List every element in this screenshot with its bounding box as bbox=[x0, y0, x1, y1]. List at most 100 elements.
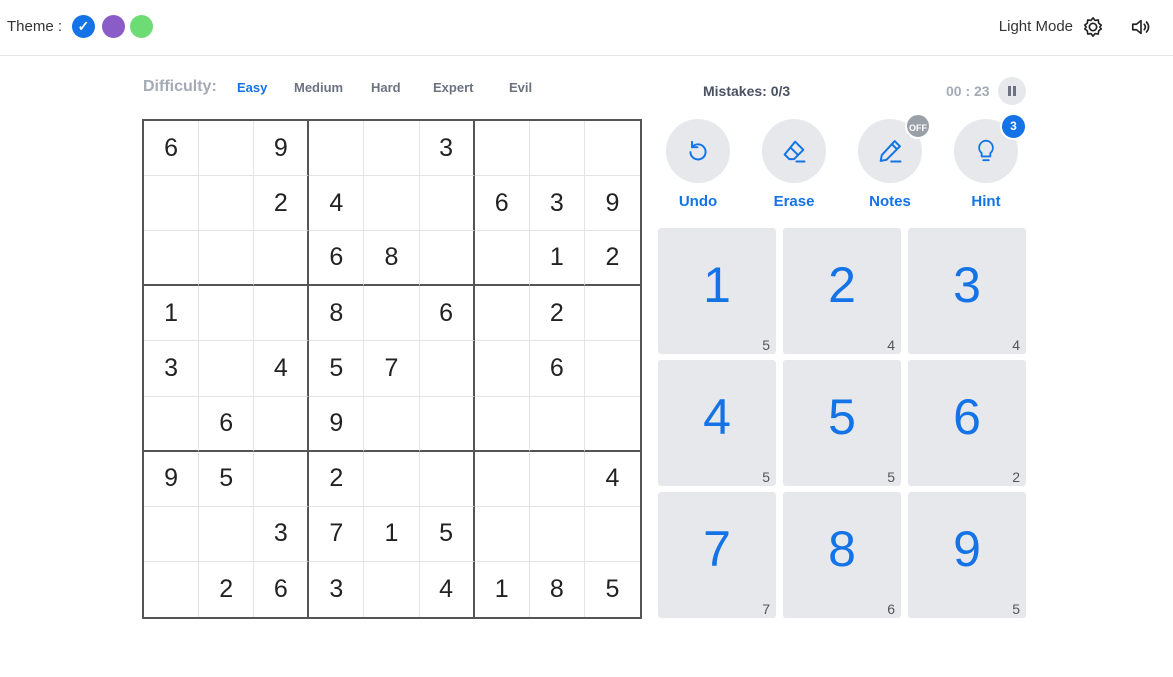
board-cell[interactable] bbox=[199, 506, 255, 562]
board-cell[interactable]: 6 bbox=[254, 561, 310, 617]
board-cell[interactable] bbox=[419, 231, 475, 287]
board-cell[interactable]: 8 bbox=[530, 561, 585, 617]
number-key-5[interactable]: 5 5 bbox=[783, 360, 901, 486]
board-cell[interactable]: 1 bbox=[364, 506, 420, 562]
number-key-9[interactable]: 9 5 bbox=[908, 492, 1026, 618]
board-cell[interactable] bbox=[199, 121, 255, 177]
board-cell[interactable] bbox=[419, 451, 475, 507]
board-cell[interactable] bbox=[199, 341, 255, 397]
board-cell[interactable] bbox=[144, 506, 200, 562]
undo-circle[interactable] bbox=[666, 119, 730, 183]
board-cell[interactable]: 8 bbox=[364, 231, 420, 287]
board-cell[interactable]: 5 bbox=[199, 451, 255, 507]
board-cell[interactable]: 9 bbox=[144, 451, 200, 507]
undo-button[interactable]: Undo bbox=[666, 119, 730, 210]
theme-swatch-green[interactable] bbox=[130, 15, 153, 38]
board-cell[interactable] bbox=[144, 176, 200, 232]
board-cell[interactable]: 7 bbox=[364, 341, 420, 397]
speaker-volume-icon[interactable] bbox=[1130, 16, 1152, 38]
notes-button[interactable]: OFF Notes bbox=[858, 113, 931, 210]
board-cell[interactable]: 4 bbox=[254, 341, 310, 397]
board-cell[interactable] bbox=[199, 231, 255, 287]
board-cell[interactable] bbox=[364, 561, 420, 617]
difficulty-hard[interactable]: Hard bbox=[371, 80, 401, 95]
board-cell[interactable] bbox=[364, 286, 420, 342]
board-cell[interactable]: 4 bbox=[584, 452, 640, 507]
board-cell[interactable] bbox=[529, 451, 585, 507]
board-cell[interactable]: 4 bbox=[420, 561, 475, 617]
board-cell[interactable] bbox=[364, 451, 420, 507]
difficulty-medium[interactable]: Medium bbox=[294, 80, 343, 95]
board-cell[interactable]: 3 bbox=[309, 561, 365, 617]
board-cell[interactable] bbox=[529, 506, 585, 562]
board-cell[interactable]: 4 bbox=[309, 176, 365, 232]
board-cell[interactable] bbox=[144, 396, 200, 452]
number-key-8[interactable]: 8 6 bbox=[783, 492, 901, 618]
board-cell[interactable] bbox=[474, 451, 530, 507]
notes-circle[interactable]: OFF bbox=[858, 113, 931, 183]
board-cell[interactable] bbox=[584, 397, 640, 452]
hint-circle[interactable]: 3 bbox=[954, 113, 1027, 183]
board-cell[interactable]: 3 bbox=[529, 176, 585, 232]
hint-button[interactable]: 3 Hint bbox=[954, 113, 1027, 210]
board-cell[interactable]: 1 bbox=[529, 231, 585, 287]
board-cell[interactable] bbox=[584, 507, 640, 562]
board-cell[interactable] bbox=[474, 286, 530, 342]
board-cell[interactable]: 1 bbox=[475, 561, 530, 617]
number-key-1[interactable]: 1 5 bbox=[658, 228, 776, 354]
board-cell[interactable] bbox=[584, 286, 640, 342]
number-key-4[interactable]: 4 5 bbox=[658, 360, 776, 486]
erase-circle[interactable] bbox=[762, 119, 826, 183]
number-key-2[interactable]: 2 4 bbox=[783, 228, 901, 354]
board-cell[interactable]: 3 bbox=[144, 341, 200, 397]
board-cell[interactable]: 6 bbox=[419, 286, 475, 342]
board-cell[interactable] bbox=[419, 341, 475, 397]
theme-swatch-purple[interactable] bbox=[102, 15, 125, 38]
number-key-6[interactable]: 6 2 bbox=[908, 360, 1026, 486]
difficulty-expert[interactable]: Expert bbox=[433, 80, 473, 95]
board-cell[interactable] bbox=[474, 341, 530, 397]
board-cell[interactable] bbox=[419, 396, 475, 452]
board-cell[interactable]: 2 bbox=[584, 231, 640, 287]
board-cell[interactable]: 3 bbox=[254, 506, 310, 562]
board-cell[interactable]: 2 bbox=[199, 561, 255, 617]
board-cell[interactable]: 5 bbox=[419, 506, 475, 562]
board-cell[interactable] bbox=[144, 561, 200, 617]
board-cell[interactable]: 9 bbox=[254, 121, 310, 177]
erase-button[interactable]: Erase bbox=[762, 119, 826, 210]
board-cell[interactable]: 9 bbox=[309, 396, 365, 452]
board-cell[interactable]: 6 bbox=[144, 121, 200, 177]
board-cell[interactable]: 5 bbox=[309, 341, 365, 397]
board-cell[interactable] bbox=[364, 121, 420, 177]
board-cell[interactable]: 3 bbox=[419, 121, 475, 177]
difficulty-easy[interactable]: Easy bbox=[237, 80, 267, 95]
board-cell[interactable] bbox=[474, 231, 530, 287]
board-cell[interactable] bbox=[584, 121, 640, 177]
number-key-7[interactable]: 7 7 bbox=[658, 492, 776, 618]
board-cell[interactable] bbox=[584, 341, 640, 397]
board-cell[interactable]: 8 bbox=[309, 286, 365, 342]
board-cell[interactable]: 6 bbox=[529, 341, 585, 397]
board-cell[interactable] bbox=[254, 451, 310, 507]
board-cell[interactable]: 2 bbox=[254, 176, 310, 232]
board-cell[interactable]: 9 bbox=[584, 176, 640, 232]
board-cell[interactable]: 6 bbox=[309, 231, 365, 287]
board-cell[interactable] bbox=[364, 396, 420, 452]
board-cell[interactable]: 7 bbox=[309, 506, 365, 562]
board-cell[interactable] bbox=[529, 121, 585, 177]
board-cell[interactable]: 6 bbox=[199, 396, 255, 452]
board-cell[interactable]: 2 bbox=[309, 451, 365, 507]
board-cell[interactable] bbox=[309, 121, 365, 177]
board-cell[interactable] bbox=[199, 176, 255, 232]
board-cell[interactable] bbox=[199, 286, 255, 342]
board-cell[interactable] bbox=[144, 231, 200, 287]
board-cell[interactable] bbox=[364, 176, 420, 232]
board-cell[interactable] bbox=[254, 396, 310, 452]
brightness-gear-icon[interactable] bbox=[1082, 16, 1104, 38]
board-cell[interactable]: 5 bbox=[585, 562, 640, 617]
board-cell[interactable] bbox=[474, 396, 530, 452]
theme-swatch-blue[interactable]: ✓ bbox=[72, 15, 95, 38]
difficulty-evil[interactable]: Evil bbox=[509, 80, 532, 95]
board-cell[interactable]: 2 bbox=[529, 286, 585, 342]
number-key-3[interactable]: 3 4 bbox=[908, 228, 1026, 354]
